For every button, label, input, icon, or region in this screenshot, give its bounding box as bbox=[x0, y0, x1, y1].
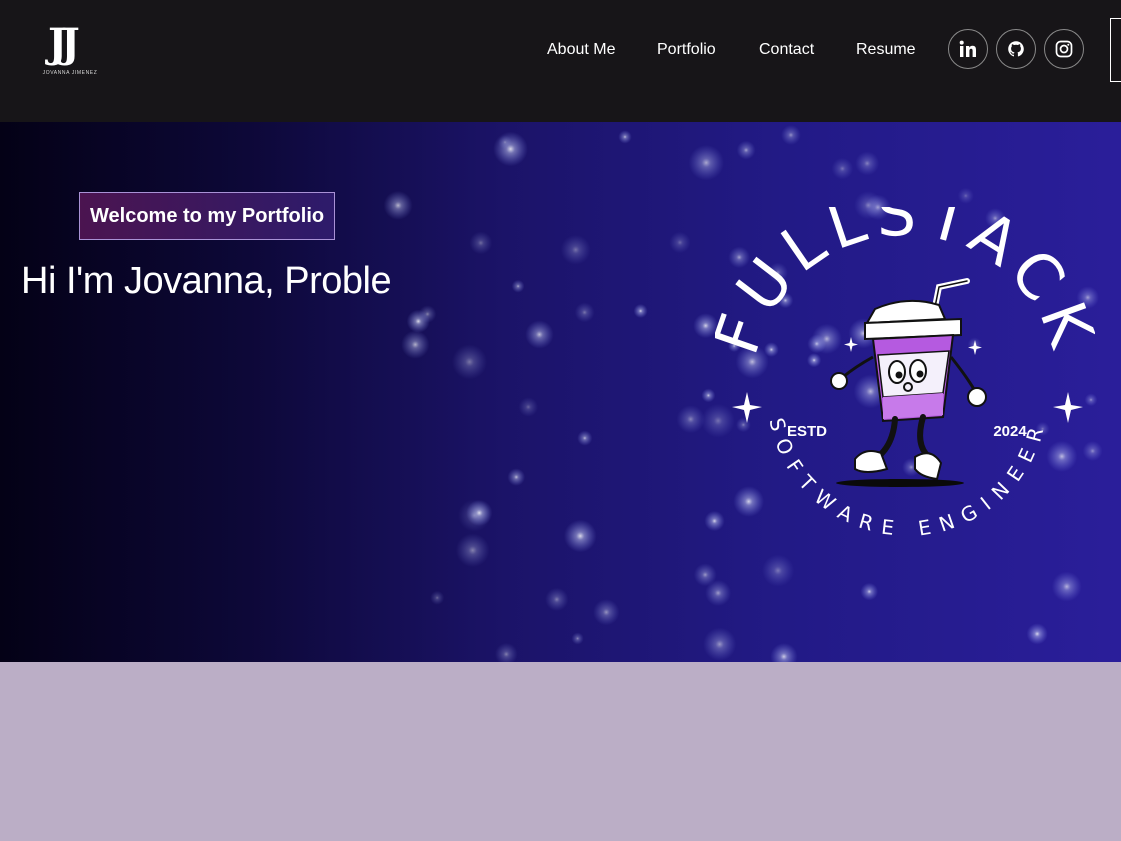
star-glow bbox=[545, 587, 569, 611]
star-glow bbox=[495, 642, 518, 662]
linkedin-button[interactable] bbox=[948, 29, 988, 69]
badge-estd-label: ESTD bbox=[787, 423, 827, 440]
star-glow bbox=[511, 279, 525, 293]
star-glow bbox=[455, 533, 490, 568]
star-glow bbox=[518, 397, 539, 417]
star-glow bbox=[701, 388, 716, 403]
fullstack-badge: FULLSTACK SOFTWARE ENGINEER ESTD 2024 bbox=[715, 207, 1095, 541]
connect-button[interactable] bbox=[1110, 18, 1121, 82]
star-glow bbox=[469, 231, 493, 255]
welcome-tagline: Welcome to my Portfolio bbox=[79, 192, 336, 240]
hero-banner: Welcome to my Portfolio Hi I'm Jovanna, … bbox=[0, 122, 1121, 662]
star-glow bbox=[957, 187, 974, 204]
sparkle-icon-small-left bbox=[844, 337, 858, 352]
star-glow bbox=[781, 125, 801, 145]
nav-link-resume[interactable]: Resume bbox=[856, 38, 916, 62]
star-glow bbox=[401, 330, 430, 359]
instagram-button[interactable] bbox=[1044, 29, 1084, 69]
star-glow bbox=[855, 151, 880, 176]
github-button[interactable] bbox=[996, 29, 1036, 69]
linkedin-icon bbox=[959, 40, 976, 57]
star-glow bbox=[703, 627, 737, 661]
star-glow bbox=[831, 157, 854, 180]
star-glow bbox=[1026, 623, 1048, 645]
sparkle-icon-right bbox=[1053, 392, 1083, 423]
star-glow bbox=[564, 519, 597, 553]
instagram-icon bbox=[1055, 40, 1073, 58]
star-glow bbox=[669, 231, 691, 254]
star-glow bbox=[593, 599, 620, 626]
logo-name: JOVANNA JIMENEZ bbox=[42, 70, 98, 76]
hero-headline: Hi I'm Jovanna, Proble bbox=[21, 260, 392, 302]
star-glow bbox=[736, 140, 756, 160]
star-glow bbox=[493, 131, 528, 167]
star-glow bbox=[633, 304, 648, 318]
projects-section-background bbox=[0, 662, 1121, 841]
github-icon bbox=[1008, 41, 1024, 57]
star-glow bbox=[525, 320, 554, 349]
navbar: JJ JOVANNA JIMENEZ About Me Portfolio Co… bbox=[0, 0, 1121, 122]
star-glow bbox=[770, 643, 798, 662]
star-glow bbox=[571, 632, 584, 645]
star-glow bbox=[574, 302, 595, 323]
sparkle-icon-left bbox=[732, 392, 762, 423]
nav-link-about-me[interactable]: About Me bbox=[547, 38, 615, 62]
star-glow bbox=[577, 430, 593, 446]
star-glow bbox=[507, 468, 526, 486]
star-glow bbox=[618, 130, 632, 144]
star-glow bbox=[466, 499, 493, 526]
star-glow bbox=[406, 309, 430, 333]
star-glow bbox=[676, 405, 705, 434]
star-glow bbox=[688, 145, 724, 181]
nav-link-portfolio[interactable]: Portfolio bbox=[657, 38, 716, 62]
star-glow bbox=[383, 190, 413, 220]
coffee-cup-mascot-icon bbox=[830, 278, 987, 487]
nav-link-contact[interactable]: Contact bbox=[759, 38, 814, 62]
sparkle-icon-small-right bbox=[968, 340, 982, 355]
star-glow bbox=[430, 590, 445, 605]
star-glow bbox=[498, 135, 512, 150]
badge-year-label: 2024 bbox=[993, 423, 1027, 440]
star-glow bbox=[452, 344, 487, 380]
star-glow bbox=[560, 234, 591, 265]
